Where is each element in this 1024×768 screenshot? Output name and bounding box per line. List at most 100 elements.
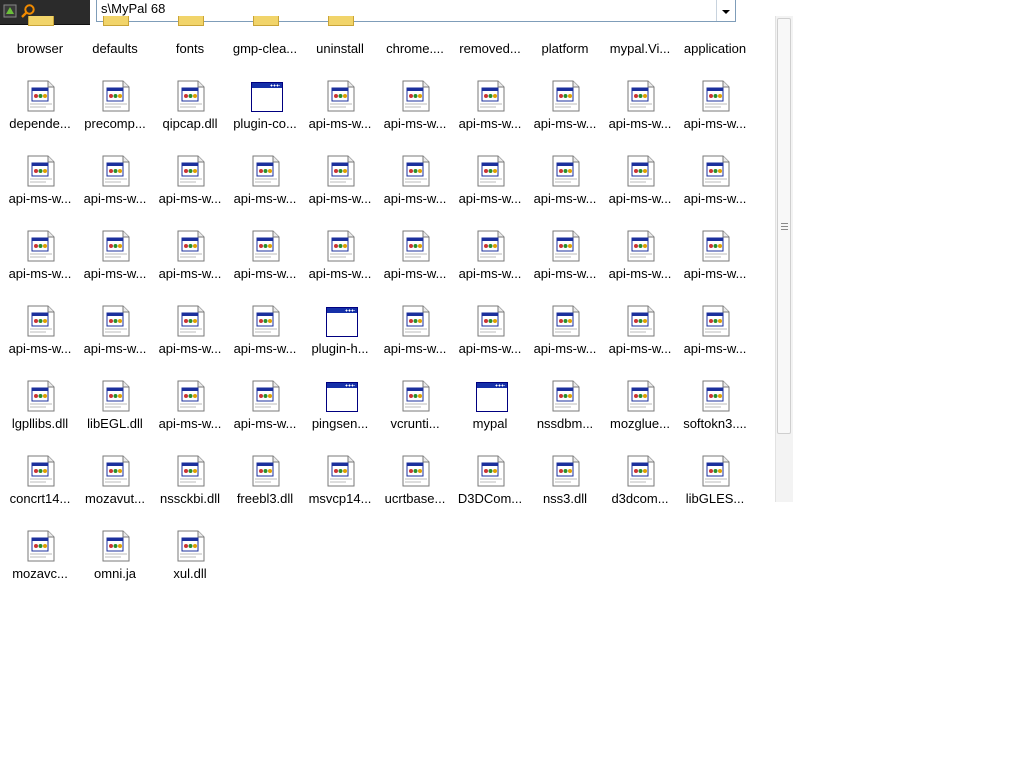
dll-file-icon xyxy=(477,305,505,337)
file-label: api-ms-w... xyxy=(608,341,672,356)
dll-file-icon xyxy=(477,80,505,112)
dll-file-icon xyxy=(26,530,56,562)
file-item[interactable]: api-ms-w... xyxy=(227,376,303,436)
file-item[interactable]: precomp... xyxy=(77,76,153,136)
file-item[interactable]: mypal xyxy=(452,376,528,436)
file-item[interactable]: depende... xyxy=(2,76,78,136)
file-item[interactable]: api-ms-w... xyxy=(227,301,303,361)
file-item[interactable]: api-ms-w... xyxy=(227,226,303,286)
file-item[interactable]: api-ms-w... xyxy=(152,376,228,436)
scrollbar-thumb[interactable] xyxy=(777,18,791,434)
file-item[interactable]: concrt14... xyxy=(2,451,78,511)
file-item[interactable]: nssckbi.dll xyxy=(152,451,228,511)
file-item[interactable]: api-ms-w... xyxy=(602,301,678,361)
file-label: mypal xyxy=(472,416,508,431)
file-item[interactable]: api-ms-w... xyxy=(452,226,528,286)
dll-file-icon xyxy=(177,230,205,262)
file-item[interactable]: omni.ja xyxy=(77,526,153,586)
file-item[interactable]: msvcp14... xyxy=(302,451,378,511)
file-item[interactable]: api-ms-w... xyxy=(377,226,453,286)
file-item[interactable]: plugin-co... xyxy=(227,76,303,136)
file-item[interactable]: api-ms-w... xyxy=(77,226,153,286)
file-item[interactable]: api-ms-w... xyxy=(527,151,603,211)
dll-file-icon xyxy=(251,305,281,337)
file-item[interactable]: freebl3.dll xyxy=(227,451,303,511)
file-item[interactable]: d3dcom... xyxy=(602,451,678,511)
dll-file-icon xyxy=(476,230,506,262)
file-item[interactable]: api-ms-w... xyxy=(377,151,453,211)
file-label: api-ms-w... xyxy=(233,191,297,206)
file-item[interactable]: api-ms-w... xyxy=(77,301,153,361)
file-item[interactable]: plugin-h... xyxy=(302,301,378,361)
file-item[interactable]: api-ms-w... xyxy=(677,151,753,211)
file-label: softokn3.... xyxy=(683,416,747,431)
file-item[interactable]: api-ms-w... xyxy=(452,151,528,211)
file-item[interactable]: D3DCom... xyxy=(452,451,528,511)
file-item[interactable]: pingsen... xyxy=(302,376,378,436)
file-item[interactable]: api-ms-w... xyxy=(527,226,603,286)
vertical-scrollbar[interactable] xyxy=(775,16,793,502)
file-item[interactable]: api-ms-w... xyxy=(602,151,678,211)
file-item[interactable]: nssdbm... xyxy=(527,376,603,436)
file-item[interactable]: vcrunti... xyxy=(377,376,453,436)
file-item[interactable]: mozglue... xyxy=(602,376,678,436)
file-item[interactable]: api-ms-w... xyxy=(2,301,78,361)
file-item[interactable]: lgpllibs.dll xyxy=(2,376,78,436)
file-item[interactable]: api-ms-w... xyxy=(677,226,753,286)
file-label: platform xyxy=(541,41,589,56)
file-item[interactable]: libEGL.dll xyxy=(77,376,153,436)
file-item[interactable]: gmp-clea... xyxy=(227,0,303,60)
file-item[interactable]: api-ms-w... xyxy=(527,301,603,361)
file-item[interactable]: nss3.dll xyxy=(527,451,603,511)
scrollbar-grip-icon xyxy=(781,223,788,231)
file-item[interactable]: api-ms-w... xyxy=(602,226,678,286)
file-label: depende... xyxy=(9,116,71,131)
file-item[interactable]: fonts xyxy=(152,0,228,60)
file-item[interactable]: removed... xyxy=(452,0,528,60)
file-item[interactable]: defaults xyxy=(77,0,153,60)
file-item[interactable]: api-ms-w... xyxy=(302,76,378,136)
dll-file-icon xyxy=(326,155,356,187)
file-item[interactable]: api-ms-w... xyxy=(2,226,78,286)
file-item[interactable]: qipcap.dll xyxy=(152,76,228,136)
file-item[interactable]: chrome.... xyxy=(377,0,453,60)
file-item[interactable]: api-ms-w... xyxy=(152,226,228,286)
file-item[interactable]: api-ms-w... xyxy=(302,226,378,286)
dll-file-icon xyxy=(476,155,506,187)
file-item[interactable]: api-ms-w... xyxy=(602,76,678,136)
dll-file-icon xyxy=(26,155,56,187)
file-item[interactable]: api-ms-w... xyxy=(677,76,753,136)
file-item[interactable]: xul.dll xyxy=(152,526,228,586)
file-item[interactable]: api-ms-w... xyxy=(77,151,153,211)
file-item[interactable]: api-ms-w... xyxy=(377,76,453,136)
file-item[interactable]: mozavc... xyxy=(2,526,78,586)
dll-file-icon xyxy=(101,155,131,187)
folder-icon xyxy=(328,16,354,26)
file-label: api-ms-w... xyxy=(158,341,222,356)
file-item[interactable]: ucrtbase... xyxy=(377,451,453,511)
file-item[interactable]: mozavut... xyxy=(77,451,153,511)
dll-file-icon xyxy=(177,530,205,562)
dll-file-icon xyxy=(702,80,730,112)
file-item[interactable]: api-ms-w... xyxy=(302,151,378,211)
file-item[interactable]: softokn3.... xyxy=(677,376,753,436)
dll-file-icon xyxy=(551,155,581,187)
file-item[interactable]: api-ms-w... xyxy=(152,151,228,211)
file-item[interactable]: api-ms-w... xyxy=(152,301,228,361)
file-item[interactable]: api-ms-w... xyxy=(227,151,303,211)
file-item[interactable]: api-ms-w... xyxy=(452,301,528,361)
file-item[interactable]: uninstall xyxy=(302,0,378,60)
file-item[interactable]: mypal.Vi... xyxy=(602,0,678,60)
dll-file-icon xyxy=(627,155,655,187)
file-item[interactable]: browser xyxy=(2,0,78,60)
file-item[interactable]: application xyxy=(677,0,753,60)
dll-file-icon xyxy=(176,80,206,112)
file-item[interactable]: api-ms-w... xyxy=(527,76,603,136)
file-item[interactable]: libGLES... xyxy=(677,451,753,511)
file-item[interactable]: platform xyxy=(527,0,603,60)
file-item[interactable]: api-ms-w... xyxy=(677,301,753,361)
file-item[interactable]: api-ms-w... xyxy=(377,301,453,361)
file-item[interactable]: api-ms-w... xyxy=(2,151,78,211)
dll-file-icon xyxy=(402,380,430,412)
file-item[interactable]: api-ms-w... xyxy=(452,76,528,136)
